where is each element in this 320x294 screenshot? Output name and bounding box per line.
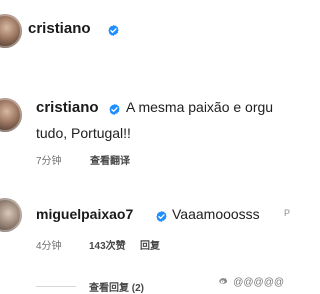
comment-time: 4分钟: [36, 241, 62, 252]
comment-text-line-2: tudo, Portugal!!: [36, 125, 131, 141]
comment-avatar[interactable]: [0, 198, 22, 232]
watermark-text: @@@@@: [233, 277, 284, 288]
comment-time: 7分钟: [36, 156, 62, 167]
header-username[interactable]: cristiano: [28, 20, 91, 37]
verified-icon: [156, 210, 167, 223]
like-count[interactable]: 143次赞: [89, 237, 126, 252]
translate-button[interactable]: 查看翻译: [90, 152, 130, 167]
comment-username[interactable]: cristiano: [36, 99, 99, 116]
comment-text: Vaaamooosss: [172, 206, 260, 222]
view-replies-button[interactable]: 查看回复 (2): [89, 279, 144, 294]
comment-text-line-1: A mesma paixão e orgu: [126, 99, 274, 115]
verified-icon: [109, 103, 120, 116]
watermark: @@@@@: [218, 275, 284, 288]
reply-divider: [36, 286, 76, 287]
reply-button[interactable]: 回复: [140, 237, 160, 252]
comment-text-suffix: P: [284, 208, 291, 218]
weibo-icon: [219, 278, 228, 284]
comment-avatar[interactable]: [0, 98, 22, 132]
comment-username[interactable]: miguelpaixao7: [36, 206, 133, 222]
verified-icon: [108, 24, 119, 37]
